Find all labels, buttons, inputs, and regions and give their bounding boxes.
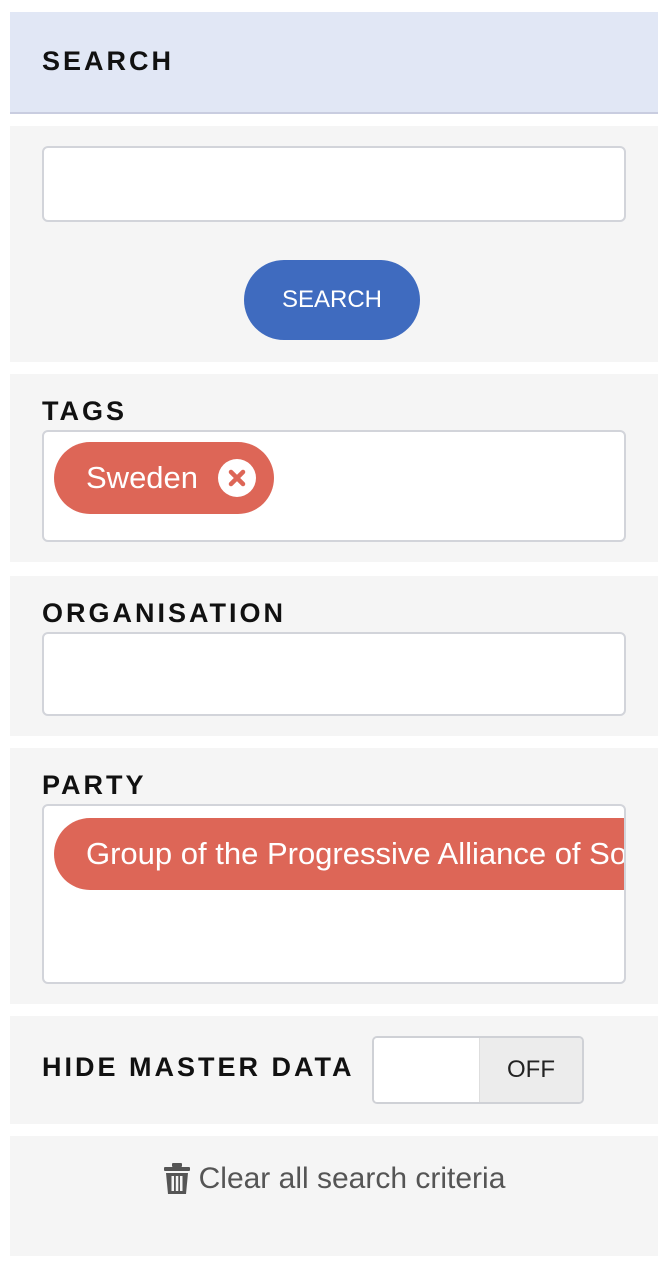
tag-chip-label: Sweden <box>86 460 199 495</box>
party-chip: Group of the Progressive Alliance of Soc… <box>54 818 626 890</box>
tags-input[interactable]: Sweden <box>42 430 626 542</box>
party-title: PARTY <box>42 770 147 800</box>
toggle-state-label: OFF <box>479 1038 582 1102</box>
close-icon <box>228 469 246 487</box>
organisation-input[interactable] <box>42 632 626 716</box>
master-data-section: HIDE MASTER DATA OFF <box>10 1016 658 1124</box>
trash-icon <box>163 1163 190 1194</box>
hide-master-data-label: HIDE MASTER DATA <box>42 1052 355 1082</box>
organisation-section: ORGANISATION <box>10 576 658 736</box>
clear-section: Clear all search criteria <box>10 1136 658 1256</box>
hide-master-data-toggle[interactable]: OFF <box>372 1036 584 1104</box>
party-section: PARTY Group of the Progressive Alliance … <box>10 748 658 1004</box>
party-chip-label: Group of the Progressive Alliance of Soc… <box>86 836 626 871</box>
organisation-title: ORGANISATION <box>42 598 286 628</box>
party-input[interactable]: Group of the Progressive Alliance of Soc… <box>42 804 626 984</box>
tags-section: TAGS Sweden <box>10 374 658 562</box>
search-section: SEARCH <box>10 126 658 362</box>
search-button[interactable]: SEARCH <box>244 260 420 340</box>
search-input[interactable] <box>42 146 626 222</box>
tag-chip: Sweden <box>54 442 275 514</box>
tags-title: TAGS <box>42 396 127 426</box>
clear-all-label: Clear all search criteria <box>198 1162 506 1195</box>
remove-tag-button[interactable] <box>218 459 257 497</box>
panel-title: SEARCH <box>42 46 175 76</box>
toggle-track <box>374 1038 479 1102</box>
search-panel-header: SEARCH <box>10 12 658 114</box>
clear-all-button[interactable]: Clear all search criteria <box>10 1162 658 1196</box>
